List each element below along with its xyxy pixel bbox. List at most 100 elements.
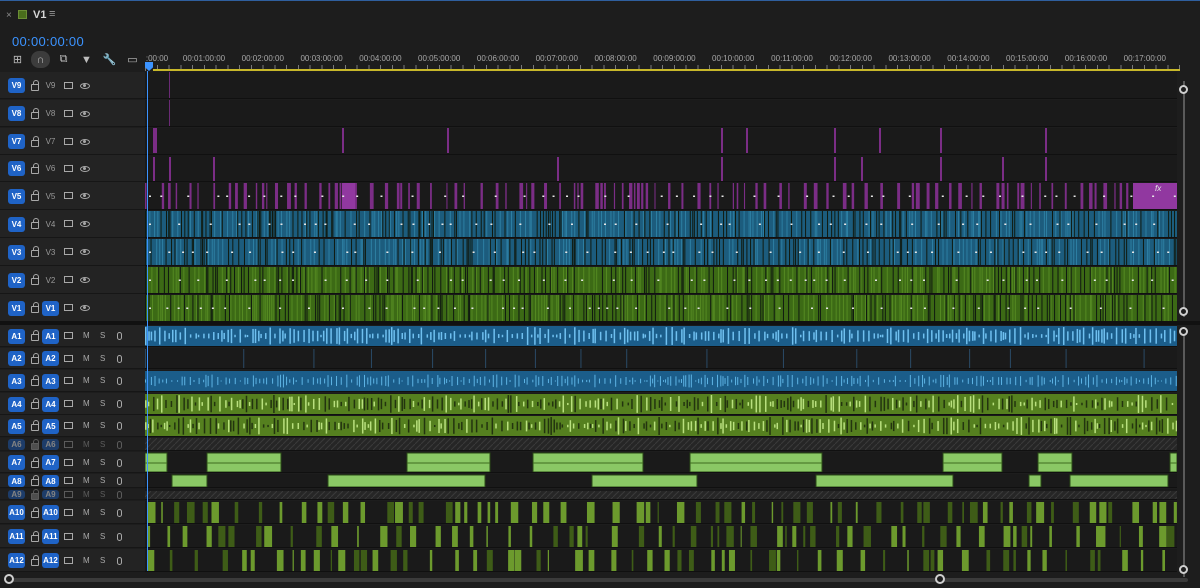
waveform[interactable] [458, 402, 460, 406]
clip-edge[interactable] [803, 239, 805, 265]
clip-edge[interactable] [648, 267, 650, 293]
adjustment-clip[interactable] [447, 128, 449, 153]
voiceover-mic-icon[interactable] [117, 377, 122, 385]
waveform[interactable] [308, 328, 310, 344]
waveform[interactable] [644, 334, 647, 338]
clip-edge[interactable] [795, 239, 797, 265]
waveform[interactable] [258, 417, 260, 435]
waveform[interactable] [338, 422, 340, 430]
clip-edge[interactable] [723, 211, 725, 237]
clip-edge[interactable] [542, 239, 544, 265]
waveform[interactable] [431, 377, 433, 385]
clip-edge[interactable] [475, 267, 477, 293]
waveform[interactable] [922, 374, 924, 388]
audio-clip[interactable] [182, 526, 188, 547]
adjustment-clip[interactable] [743, 183, 746, 209]
waveform[interactable] [789, 419, 791, 433]
solo-button[interactable]: S [100, 458, 105, 467]
waveform[interactable] [230, 420, 232, 432]
clip-edge[interactable] [171, 239, 173, 265]
waveform[interactable] [802, 419, 805, 433]
waveform[interactable] [594, 328, 596, 344]
clip-edge[interactable] [457, 295, 459, 321]
clip-edge[interactable] [379, 295, 381, 321]
waveform[interactable] [583, 424, 586, 428]
clip-edge[interactable] [994, 295, 996, 321]
waveform[interactable] [598, 378, 600, 384]
clip-edge[interactable] [1040, 239, 1042, 265]
clip-edge[interactable] [309, 295, 311, 321]
transition-marker[interactable] [666, 223, 669, 226]
transition-marker[interactable] [804, 279, 807, 282]
clip-edge[interactable] [684, 239, 686, 265]
waveform[interactable] [201, 402, 203, 406]
waveform[interactable] [840, 417, 842, 435]
clip-edge[interactable] [613, 211, 615, 237]
waveform[interactable] [1006, 422, 1009, 430]
audio-clip[interactable] [206, 526, 212, 547]
lock-icon[interactable] [31, 375, 39, 386]
eye-icon[interactable] [80, 165, 90, 172]
waveform[interactable] [904, 380, 906, 382]
clip-edge[interactable] [926, 211, 928, 237]
clip-edge[interactable] [205, 295, 207, 321]
audio-clip[interactable] [1030, 526, 1033, 547]
transition-marker[interactable] [842, 251, 845, 254]
adjustment-clip[interactable] [169, 157, 171, 182]
waveform[interactable] [649, 424, 652, 428]
clip-edge[interactable] [213, 295, 215, 321]
clip-edge[interactable] [385, 211, 387, 237]
transition-marker[interactable] [411, 195, 414, 198]
clip-edge[interactable] [204, 267, 206, 293]
clip-edge[interactable] [417, 239, 419, 265]
volume-line[interactable] [690, 462, 822, 464]
source-patch-v1[interactable]: V1 [8, 300, 25, 316]
transition-marker[interactable] [197, 279, 200, 282]
waveform[interactable] [754, 333, 756, 339]
audio-clip[interactable] [1036, 502, 1045, 523]
waveform[interactable] [659, 376, 661, 386]
waveform[interactable] [539, 328, 541, 344]
clip-edge[interactable] [889, 295, 891, 321]
waveform[interactable] [767, 379, 769, 383]
clip-edge[interactable] [434, 267, 436, 293]
clip-edge[interactable] [1080, 239, 1082, 265]
adjustment-clip[interactable] [235, 183, 238, 209]
waveform[interactable] [1053, 330, 1055, 342]
clip-edge[interactable] [604, 239, 606, 265]
waveform[interactable] [219, 396, 221, 412]
clip-edge[interactable] [1175, 239, 1177, 265]
audio-clip[interactable] [194, 550, 198, 571]
clip-edge[interactable] [354, 267, 356, 293]
track-target-v4[interactable]: V4 [42, 217, 59, 232]
audio-clip[interactable] [396, 526, 402, 547]
clip-edge[interactable] [446, 295, 448, 321]
waveform[interactable] [390, 395, 392, 413]
audio-clip[interactable] [978, 526, 985, 547]
transition-marker[interactable] [668, 307, 671, 310]
clip-edge[interactable] [1161, 295, 1163, 321]
audio-clip[interactable] [956, 526, 961, 547]
transition-marker[interactable] [449, 279, 452, 282]
clip-edge[interactable] [407, 211, 409, 237]
clip-edge[interactable] [713, 239, 715, 265]
waveform[interactable] [387, 423, 390, 429]
waveform[interactable] [382, 334, 384, 338]
clip-edge[interactable] [1054, 295, 1056, 321]
clip-edge[interactable] [1072, 211, 1074, 237]
transition-marker[interactable] [263, 195, 266, 198]
transition-marker[interactable] [238, 223, 241, 226]
waveform[interactable] [217, 423, 220, 429]
waveform[interactable] [380, 398, 383, 410]
clip-edge[interactable] [819, 295, 821, 321]
waveform[interactable] [625, 421, 627, 431]
waveform[interactable] [1151, 397, 1153, 411]
clip-edge[interactable] [768, 239, 770, 265]
audio-clip[interactable] [836, 550, 843, 571]
clip-edge[interactable] [1046, 211, 1048, 237]
audio-track-lane[interactable] [145, 474, 1177, 488]
waveform[interactable] [373, 378, 375, 384]
audio-clip[interactable] [327, 474, 486, 487]
solo-button[interactable]: S [100, 354, 105, 363]
waveform[interactable] [562, 395, 565, 413]
